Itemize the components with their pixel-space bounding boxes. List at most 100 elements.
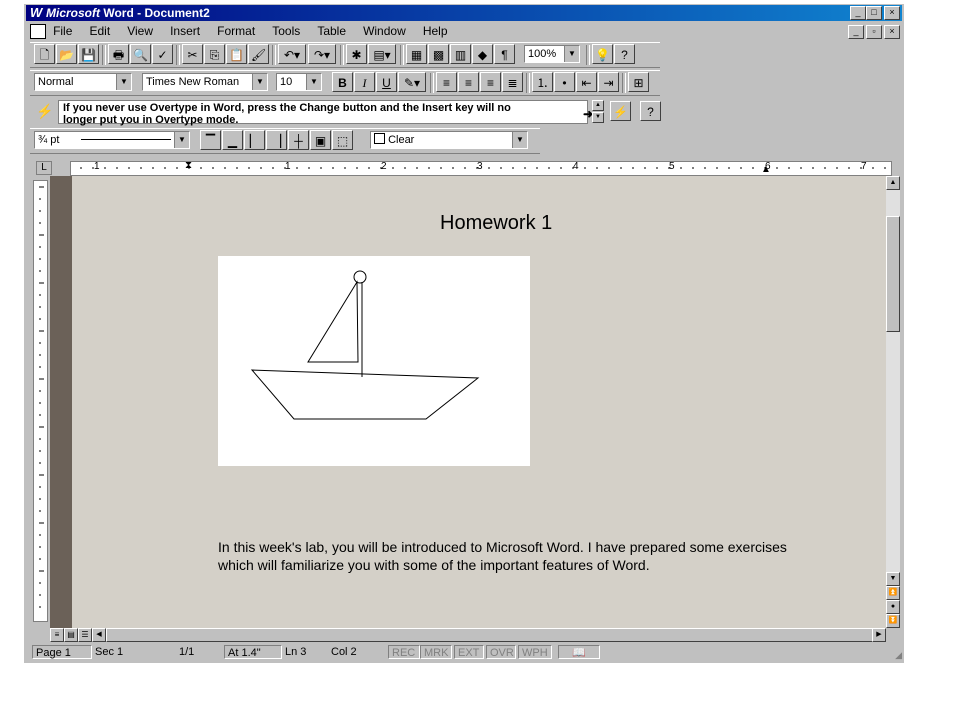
print-preview-icon[interactable]: 🔍 xyxy=(130,44,151,64)
spelling-status-icon[interactable]: 📖 xyxy=(558,645,600,659)
font-select[interactable]: Times New Roman ▼ xyxy=(142,73,268,91)
scroll-up-button[interactable]: ▲ xyxy=(886,176,900,190)
outside-border-icon[interactable]: ▣ xyxy=(310,130,331,150)
doc-close-button[interactable]: × xyxy=(884,25,900,39)
tip-scroll-up-button[interactable]: ▲ xyxy=(592,100,604,111)
zoom-select[interactable]: 100% ▼ xyxy=(524,45,580,63)
insert-excel-icon[interactable]: ▩ xyxy=(428,44,449,64)
hscroll-thumb[interactable] xyxy=(106,628,874,642)
shading-select[interactable]: Clear ▼ xyxy=(370,131,528,149)
doc-restore-button[interactable]: ▫ xyxy=(866,25,882,39)
menu-table[interactable]: Table xyxy=(317,22,346,40)
tip-scroll-down-button[interactable]: ▼ xyxy=(592,112,604,123)
italic-button[interactable]: I xyxy=(354,72,375,92)
align-right-icon[interactable]: ≡ xyxy=(480,72,501,92)
document-paragraph[interactable]: In this week's lab, you will be introduc… xyxy=(218,538,798,574)
status-mrk[interactable]: MRK xyxy=(420,645,452,659)
tip-wizard-icon[interactable]: 💡 xyxy=(592,44,613,64)
menu-edit[interactable]: Edit xyxy=(89,22,110,40)
menu-window[interactable]: Window xyxy=(363,22,406,40)
spelling-icon[interactable]: ✓ xyxy=(152,44,173,64)
right-indent-marker-icon[interactable]: ▲ xyxy=(761,164,771,175)
inside-border-icon[interactable]: ┼ xyxy=(288,130,309,150)
numbering-icon[interactable]: ⒈ xyxy=(532,72,553,92)
document-area[interactable]: Homework 1 In this week's lab, you will … xyxy=(50,176,886,628)
chevron-down-icon[interactable]: ▼ xyxy=(116,74,131,90)
tab-selector-icon[interactable]: L xyxy=(36,161,52,175)
paste-icon[interactable]: 📋 xyxy=(226,44,247,64)
scroll-down-button[interactable]: ▼ xyxy=(886,572,900,586)
change-button[interactable]: ⚡ xyxy=(610,101,631,121)
drawing-icon[interactable]: ◆ xyxy=(472,44,493,64)
copy-icon[interactable]: ⎘ xyxy=(204,44,225,64)
open-icon[interactable]: 📂 xyxy=(56,44,77,64)
scroll-thumb[interactable] xyxy=(886,216,900,332)
maximize-button[interactable]: □ xyxy=(866,6,882,20)
menu-format[interactable]: Format xyxy=(217,22,255,40)
scroll-left-button[interactable]: ◀ xyxy=(92,628,106,642)
menu-file[interactable]: File xyxy=(53,22,72,40)
bullets-icon[interactable]: • xyxy=(554,72,575,92)
align-center-icon[interactable]: ≡ xyxy=(458,72,479,92)
help-icon[interactable]: ? xyxy=(614,44,635,64)
left-border-icon[interactable]: ▏ xyxy=(244,130,265,150)
status-wph[interactable]: WPH xyxy=(518,645,552,659)
chevron-down-icon[interactable]: ▼ xyxy=(306,74,321,90)
menu-tools[interactable]: Tools xyxy=(272,22,300,40)
vertical-scrollbar[interactable]: ▲ ▼ ⏫ ● ⏬ xyxy=(886,176,900,628)
chevron-down-icon[interactable]: ▼ xyxy=(252,74,267,90)
insert-table-icon[interactable]: ▦ xyxy=(406,44,427,64)
bold-button[interactable]: B xyxy=(332,72,353,92)
close-button[interactable]: × xyxy=(884,6,900,20)
chevron-down-icon[interactable]: ▼ xyxy=(564,46,579,62)
format-painter-icon[interactable]: 🖌 xyxy=(248,44,269,64)
print-icon[interactable]: 🖶 xyxy=(108,44,129,64)
redo-icon[interactable]: ↷▾ xyxy=(308,44,336,64)
no-border-icon[interactable]: ⬚ xyxy=(332,130,353,150)
chevron-down-icon[interactable]: ▼ xyxy=(512,132,527,148)
resize-grip-icon[interactable]: ◢ xyxy=(895,650,902,661)
tip-help-icon[interactable]: ? xyxy=(640,101,661,121)
highlight-icon[interactable]: ✎▾ xyxy=(398,72,426,92)
select-browse-object-button[interactable]: ● xyxy=(886,600,900,614)
decrease-indent-icon[interactable]: ⇤ xyxy=(576,72,597,92)
underline-button[interactable]: U xyxy=(376,72,397,92)
font-size-select[interactable]: 10 ▼ xyxy=(276,73,322,91)
borders-icon[interactable]: ⊞ xyxy=(628,72,649,92)
horizontal-scrollbar[interactable]: ≡ ▤ ☰ ◀ ▶ xyxy=(50,628,886,642)
right-border-icon[interactable]: ▕ xyxy=(266,130,287,150)
normal-view-button[interactable]: ≡ xyxy=(50,628,64,642)
bottom-border-icon[interactable]: ▁ xyxy=(222,130,243,150)
previous-page-button[interactable]: ⏫ xyxy=(886,586,900,600)
menu-view[interactable]: View xyxy=(127,22,153,40)
status-ovr[interactable]: OVR xyxy=(486,645,516,659)
top-border-icon[interactable]: ▔ xyxy=(200,130,221,150)
document-icon[interactable] xyxy=(30,24,46,39)
outline-view-button[interactable]: ☰ xyxy=(78,628,92,642)
document-title[interactable]: Homework 1 xyxy=(440,212,552,235)
increase-indent-icon[interactable]: ⇥ xyxy=(598,72,619,92)
save-icon[interactable]: 💾 xyxy=(78,44,99,64)
insert-address-icon[interactable]: ▤▾ xyxy=(368,44,396,64)
align-left-icon[interactable]: ≡ xyxy=(436,72,457,92)
doc-minimize-button[interactable]: _ xyxy=(848,25,864,39)
scroll-right-button[interactable]: ▶ xyxy=(872,628,886,642)
minimize-button[interactable]: _ xyxy=(850,6,866,20)
chevron-down-icon[interactable]: ▼ xyxy=(174,132,189,148)
cut-icon[interactable]: ✂ xyxy=(182,44,203,64)
style-select[interactable]: Normal ▼ xyxy=(34,73,132,91)
page-layout-view-button[interactable]: ▤ xyxy=(64,628,78,642)
left-indent-marker-icon[interactable]: ⧗ xyxy=(185,160,192,171)
status-rec[interactable]: REC xyxy=(388,645,420,659)
autoformat-icon[interactable]: ✱ xyxy=(346,44,367,64)
undo-icon[interactable]: ↶▾ xyxy=(278,44,306,64)
sailboat-drawing[interactable] xyxy=(218,256,530,466)
show-hide-icon[interactable]: ¶ xyxy=(494,44,515,64)
menu-help[interactable]: Help xyxy=(423,22,448,40)
justify-icon[interactable]: ≣ xyxy=(502,72,523,92)
new-icon[interactable]: 🗋 xyxy=(34,44,55,64)
line-weight-select[interactable]: ¾ pt ▼ xyxy=(34,131,190,149)
next-page-button[interactable]: ⏬ xyxy=(886,614,900,628)
columns-icon[interactable]: ▥ xyxy=(450,44,471,64)
menu-insert[interactable]: Insert xyxy=(170,22,200,40)
